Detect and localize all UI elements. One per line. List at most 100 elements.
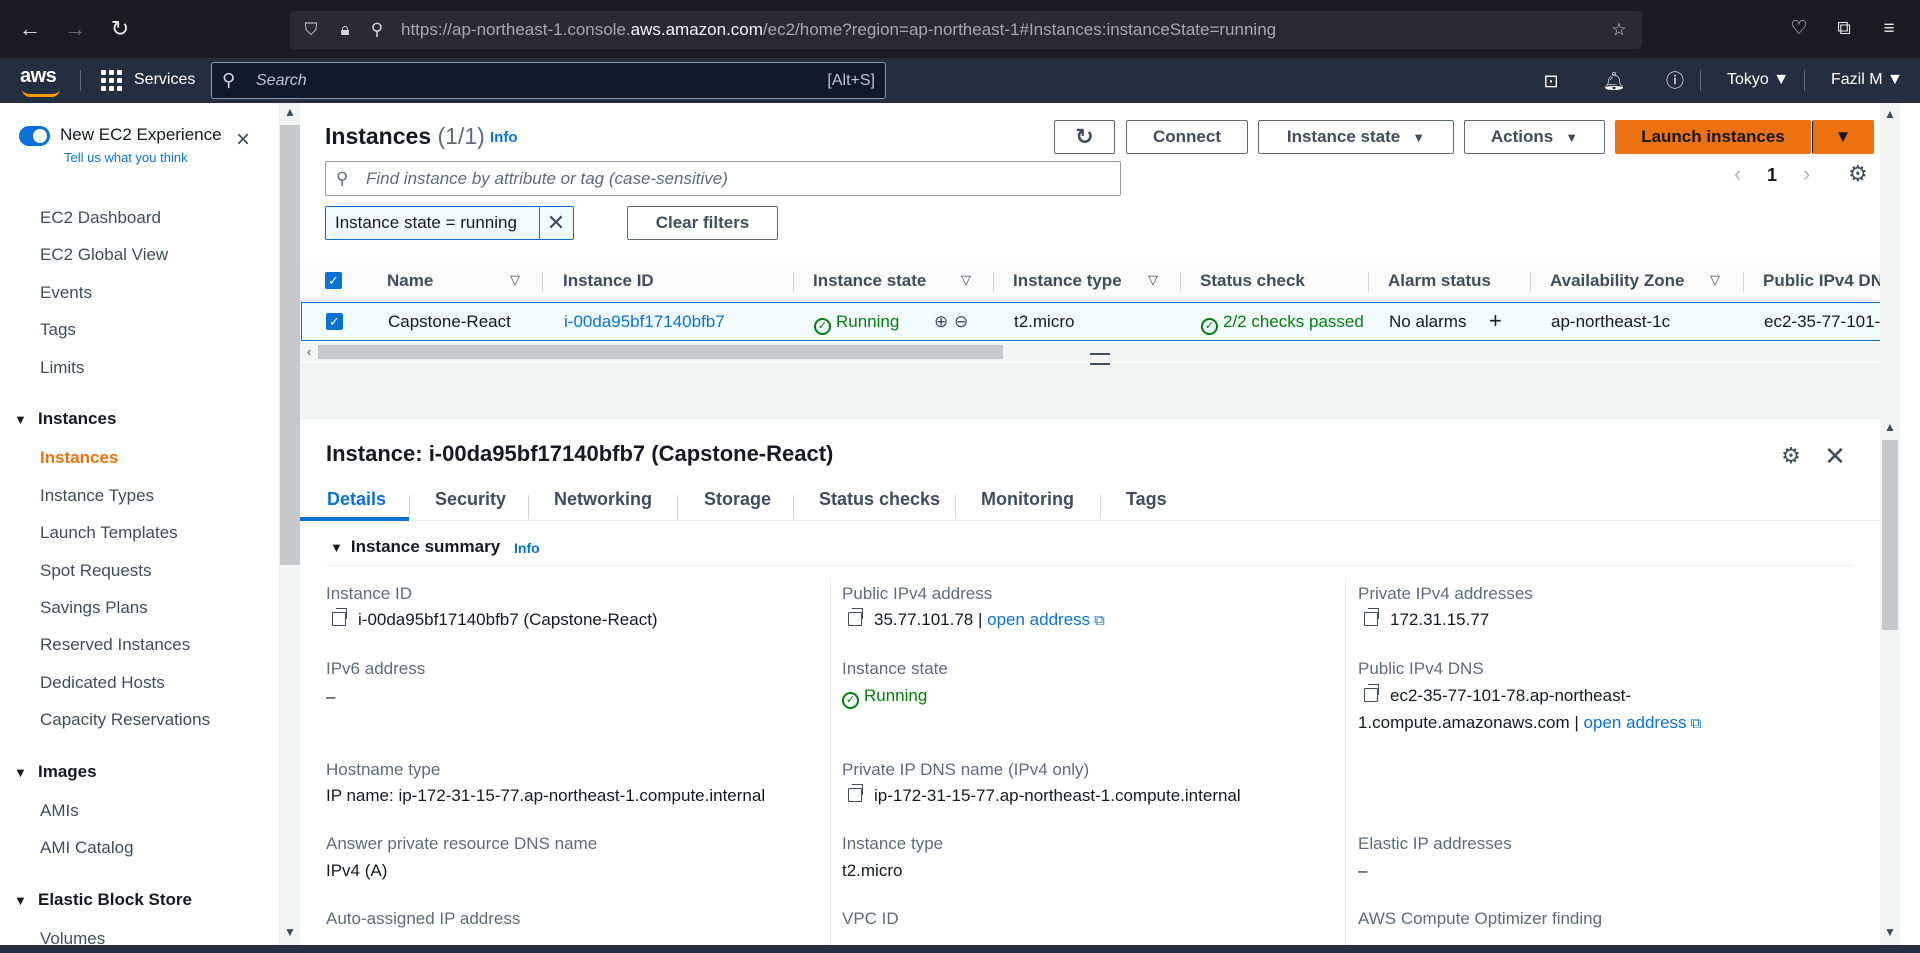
sidebar-item-volumes[interactable]: Volumes [40,929,105,945]
prev-page-icon[interactable]: ‹ [1734,161,1741,187]
filter-input[interactable] [366,168,1106,190]
sort-icon[interactable]: ▽ [1710,272,1720,288]
clear-filters-button[interactable]: Clear filters [627,206,778,240]
page-number[interactable]: 1 [1767,165,1777,186]
close-icon[interactable]: ✕ [1822,443,1848,469]
scroll-left-icon[interactable]: ‹ [300,342,318,362]
external-link-icon[interactable]: ⧉ [1691,710,1702,737]
copy-icon[interactable] [1364,684,1379,702]
copy-icon[interactable] [848,784,863,802]
remove-filter-icon[interactable]: ✕ [540,207,572,239]
copy-icon[interactable] [1364,608,1379,626]
instance-state-button[interactable]: Instance state ▼ [1258,120,1454,154]
connect-button[interactable]: Connect [1126,120,1248,154]
list-scrollbar[interactable]: ▲ [1880,103,1900,418]
sidebar-item-ec2-dashboard[interactable]: EC2 Dashboard [40,208,161,228]
column-instance-type[interactable]: Instance type [1013,271,1122,291]
gear-icon[interactable]: ⚙ [1778,443,1804,469]
open-address-link[interactable]: open address [987,610,1090,629]
launch-dropdown-button[interactable]: ▼ [1812,120,1874,154]
column-status-check[interactable]: Status check [1200,271,1305,291]
summary-info-link[interactable]: Info [514,540,540,556]
zoom-in-icon[interactable]: ⊕ [934,312,948,332]
detail-scrollbar[interactable]: ▲ ▼ [1880,418,1900,945]
sort-icon[interactable]: ▽ [510,272,520,288]
scroll-down-icon[interactable]: ▼ [284,925,296,939]
sidebar-scroll-thumb[interactable] [280,125,300,565]
tab-security[interactable]: Security [435,489,506,510]
scroll-down-icon[interactable]: ▼ [1880,925,1900,943]
lock-icon[interactable]: 🔒︎ [334,19,356,41]
sidebar-item-spot-requests[interactable]: Spot Requests [40,561,152,581]
open-address-link[interactable]: open address [1584,713,1687,732]
column-public-dns[interactable]: Public IPv4 DNS [1763,271,1894,291]
launch-instances-button[interactable]: Launch instances [1615,120,1811,154]
external-link-icon[interactable]: ⧉ [1094,607,1105,634]
star-icon[interactable]: ☆ [1608,19,1630,41]
region-selector[interactable]: Tokyo ▼ [1727,71,1789,89]
forward-icon[interactable]: → [60,14,90,44]
url-text[interactable]: https://ap-northeast-1.console.aws.amazo… [401,20,1276,40]
notifications-icon[interactable]: 🔔︎ [1601,68,1627,94]
tab-tags[interactable]: Tags [1126,489,1167,510]
sidebar-section-images[interactable]: ▼ Images [14,762,97,782]
add-alarm-icon[interactable]: + [1489,308,1502,334]
next-page-icon[interactable]: › [1803,161,1810,187]
sort-icon[interactable]: ▽ [961,272,971,288]
filter-box[interactable]: ⚲ [325,161,1121,196]
column-availability-zone[interactable]: Availability Zone [1550,271,1684,291]
scroll-up-icon[interactable]: ▲ [1880,420,1900,438]
refresh-button[interactable]: ↻ [1054,120,1115,154]
scroll-up-icon[interactable]: ▲ [1884,107,1896,121]
feedback-link[interactable]: Tell us what you think [64,150,188,165]
sidebar-item-instances[interactable]: Instances [40,448,118,468]
search-input[interactable] [256,69,776,93]
sort-icon[interactable]: ▽ [1148,272,1158,288]
help-icon[interactable]: ⓘ [1662,68,1688,94]
sidebar-item-amis[interactable]: AMIs [40,801,79,821]
sidebar-item-launch-templates[interactable]: Launch Templates [40,523,178,543]
extensions-icon[interactable]: ⧉ [1829,14,1859,44]
sidebar-item-limits[interactable]: Limits [40,358,84,378]
account-menu[interactable]: Fazil M ▼ [1831,71,1903,89]
column-instance-state[interactable]: Instance state [813,271,926,291]
detail-scroll-thumb[interactable] [1882,440,1898,630]
sidebar-section-ebs[interactable]: ▼ Elastic Block Store [14,890,192,910]
panel-resize-handle[interactable] [1090,353,1110,365]
sidebar-item-reserved-instances[interactable]: Reserved Instances [40,635,190,655]
gear-icon[interactable]: ⚙ [1848,161,1868,187]
cloudshell-icon[interactable]: ⊡ [1538,68,1564,94]
sidebar-item-savings-plans[interactable]: Savings Plans [40,598,148,618]
sidebar-item-tags[interactable]: Tags [40,320,76,340]
column-alarm-status[interactable]: Alarm status [1388,271,1491,291]
aws-logo[interactable]: aws [20,65,64,97]
horizontal-scroll-thumb[interactable] [318,345,1003,359]
zoom-out-icon[interactable]: ⊖ [954,312,968,332]
actions-button[interactable]: Actions ▼ [1464,120,1605,154]
reload-icon[interactable]: ↻ [105,14,135,44]
new-experience-toggle[interactable] [19,126,50,146]
select-all-checkbox[interactable]: ✓ [325,272,342,289]
back-icon[interactable]: ← [15,14,45,44]
menu-icon[interactable]: ≡ [1874,14,1904,44]
scroll-up-icon[interactable]: ▲ [284,105,296,119]
cell-instance-id[interactable]: i-00da95bf17140bfb7 [564,312,725,332]
column-instance-id[interactable]: Instance ID [563,271,654,291]
sidebar-item-instance-types[interactable]: Instance Types [40,486,154,506]
tab-status-checks[interactable]: Status checks [819,489,940,510]
pocket-icon[interactable]: ♡ [1784,14,1814,44]
sidebar-item-ami-catalog[interactable]: AMI Catalog [40,838,134,858]
instance-summary-header[interactable]: ▼ Instance summary [330,537,500,557]
address-bar[interactable]: ⛉ 🔒︎ ⚲ https://ap-northeast-1.console.aw… [290,11,1642,49]
permissions-icon[interactable]: ⚲ [366,19,388,41]
tab-storage[interactable]: Storage [704,489,771,510]
sidebar-item-global-view[interactable]: EC2 Global View [40,245,168,265]
aws-search[interactable]: ⚲ [Alt+S] [211,62,886,99]
tab-networking[interactable]: Networking [554,489,652,510]
close-icon[interactable]: × [230,128,256,155]
sidebar-section-instances[interactable]: ▼ Instances [14,409,116,429]
tab-monitoring[interactable]: Monitoring [981,489,1074,510]
sidebar-item-capacity-reservations[interactable]: Capacity Reservations [40,710,210,730]
filter-token[interactable]: Instance state = running ✕ [325,206,574,240]
table-row[interactable]: ✓ Capstone-React i-00da95bf17140bfb7 ✓ Ru… [301,302,1899,341]
